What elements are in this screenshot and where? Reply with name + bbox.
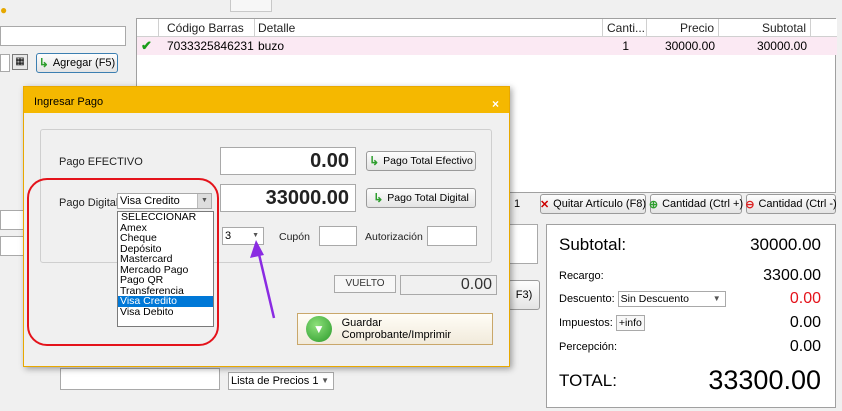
descuento-select-value: Sin Descuento — [620, 293, 689, 305]
f3-label: F3) — [515, 289, 533, 301]
cuotas-value: 3 — [225, 230, 232, 242]
subtotal-row: Subtotal: 30000.00 — [559, 235, 821, 255]
check-circle-icon: ▼ — [306, 316, 332, 342]
grid-header-check — [137, 19, 159, 37]
row-detalle: buzo — [258, 39, 285, 53]
subtotal-value: 30000.00 — [750, 235, 821, 254]
pago-total-digital-label: Pago Total Digital — [387, 192, 469, 204]
grid-header: Código Barras Detalle Canti... Precio Su… — [137, 19, 837, 37]
total-value: 33300.00 — [708, 365, 821, 395]
total-row: TOTAL: 33300.00 — [559, 365, 821, 396]
header-detalle: Detalle — [255, 19, 603, 37]
vuelto-value: 0.00 — [400, 275, 497, 295]
close-icon[interactable]: × — [492, 89, 499, 119]
red-x-icon: ✕ — [539, 198, 550, 211]
lista-precios-select[interactable]: Lista de Precios 1 ▼ — [228, 372, 334, 390]
header-subtotal: Subtotal — [719, 19, 811, 37]
left-field[interactable] — [0, 210, 24, 230]
guardar-comprobante-button[interactable]: ▼ Guardar Comprobante/Imprimir — [297, 313, 493, 345]
cantidad-plus-button[interactable]: ⊕ Cantidad (Ctrl +) — [648, 194, 744, 214]
row-subtotal: 30000.00 — [756, 39, 807, 53]
descuento-value: 0.00 — [789, 290, 821, 307]
bottom-input[interactable] — [60, 368, 220, 390]
green-arrow-icon: ↳ — [38, 56, 49, 70]
cantidad-minus-button[interactable]: ⊖ Cantidad (Ctrl -) — [745, 194, 837, 214]
total-label: TOTAL: — [559, 370, 617, 390]
row-cantidad: 1 — [622, 39, 629, 53]
plus-icon: ⊕ — [648, 198, 659, 211]
annotation-ring — [27, 178, 219, 346]
cupon-input[interactable] — [319, 226, 357, 246]
header-precio: Precio — [647, 19, 719, 37]
efectivo-input[interactable]: 0.00 — [220, 147, 356, 175]
recargo-label: Recargo: — [559, 270, 604, 282]
recargo-value: 3300.00 — [763, 267, 821, 284]
lista-precios-value: Lista de Precios 1 — [231, 375, 319, 387]
descuento-row: Descuento: Sin Descuento ▼ 0.00 — [559, 290, 821, 308]
info-button[interactable]: +info — [615, 315, 645, 331]
guardar-label: Guardar Comprobante/Imprimir — [341, 317, 452, 341]
efectivo-label: Pago EFECTIVO — [59, 156, 143, 168]
f3-button[interactable]: F3) — [508, 280, 540, 310]
agregar-button[interactable]: ↳ Agregar (F5) — [36, 53, 118, 73]
descuento-select[interactable]: Sin Descuento ▼ — [617, 291, 726, 307]
product-search-input[interactable] — [0, 26, 126, 46]
row-precio: 30000.00 — [664, 39, 715, 53]
green-arrow-icon: ↳ — [373, 191, 384, 205]
green-arrow-icon: ↳ — [369, 154, 380, 168]
pago-total-efectivo-button[interactable]: ↳ Pago Total Efectivo — [366, 151, 476, 171]
header-cantidad: Canti... — [603, 19, 647, 37]
pago-total-digital-button[interactable]: ↳ Pago Total Digital — [366, 188, 476, 208]
dialog-title: Ingresar Pago — [34, 96, 104, 108]
top-tab[interactable] — [230, 0, 272, 12]
impuestos-row: Impuestos: +info 0.00 — [559, 314, 821, 332]
impuestos-value: 0.00 — [789, 314, 821, 331]
autorizacion-input[interactable] — [427, 226, 477, 246]
pago-total-efectivo-label: Pago Total Efectivo — [383, 155, 473, 167]
chevron-down-icon: ▼ — [712, 294, 721, 303]
quitar-label: Quitar Artículo (F8) — [553, 198, 647, 210]
percepcion-row: Percepción: 0.00 — [559, 338, 821, 356]
percepcion-label: Percepción: — [559, 341, 618, 353]
agregar-label: Agregar (F5) — [52, 57, 116, 69]
autorizacion-label: Autorización — [365, 231, 423, 243]
percepcion-value: 0.00 — [789, 338, 821, 355]
notes-box[interactable] — [508, 224, 538, 264]
descuento-label: Descuento: — [559, 293, 615, 305]
annotation-arrow — [250, 240, 276, 319]
header-codigo: Código Barras — [159, 19, 255, 37]
cantidad-mas-label: Cantidad (Ctrl +) — [662, 198, 744, 210]
subtotal-label: Subtotal: — [559, 235, 627, 254]
minus-icon: ⊖ — [745, 198, 755, 211]
cantidad-menos-label: Cantidad (Ctrl -) — [758, 198, 837, 210]
quitar-articulo-button[interactable]: ✕ Quitar Artículo (F8) — [540, 194, 646, 214]
vuelto-label: VUELTO — [334, 275, 396, 293]
recargo-row: Recargo: 3300.00 — [559, 267, 821, 285]
quantity-input[interactable] — [0, 54, 10, 72]
dialog-title-bar: Ingresar Pago × — [24, 87, 509, 113]
warning-icon: ● — [0, 3, 8, 17]
row-codigo: 7033325846231 — [167, 39, 254, 53]
chevron-down-icon: ▼ — [321, 376, 329, 385]
digital-input[interactable]: 33000.00 — [220, 184, 356, 212]
impuestos-label: Impuestos: — [559, 317, 613, 329]
totals-panel: Subtotal: 30000.00 Recargo: 3300.00 Desc… — [546, 224, 836, 408]
left-field[interactable] — [0, 236, 24, 256]
calculator-icon[interactable]: ▦ — [12, 54, 28, 70]
table-row[interactable]: ✔ 7033325846231 buzo 1 30000.00 30000.00 — [137, 37, 837, 55]
item-count: 1 — [514, 198, 521, 210]
check-icon: ✔ — [141, 38, 152, 53]
